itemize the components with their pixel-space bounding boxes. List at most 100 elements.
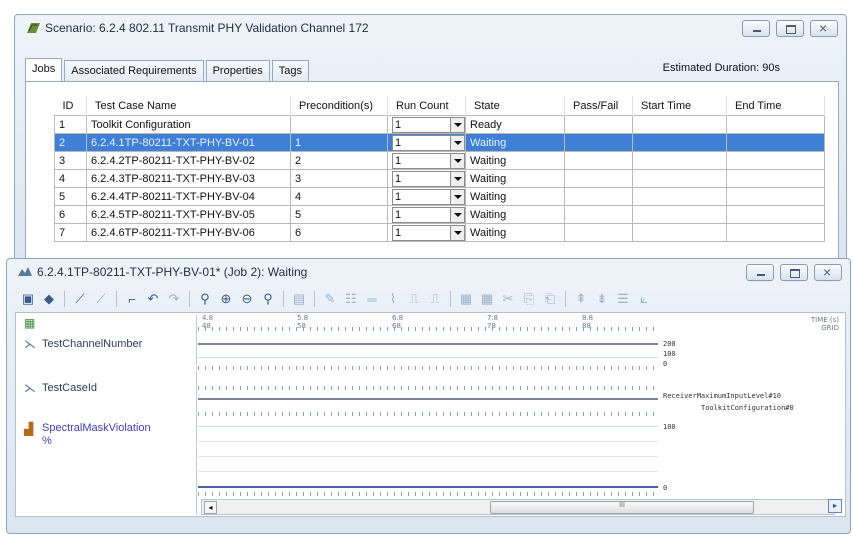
align-icon[interactable]: ☷ [342, 290, 360, 308]
row-id[interactable]: 6 [54, 205, 87, 224]
col-preconditions[interactable]: Precondition(s) [290, 96, 388, 116]
dropdown-arrow-icon[interactable] [450, 117, 464, 132]
row-state[interactable]: Waiting [465, 151, 565, 170]
row-pass-fail[interactable] [564, 133, 633, 152]
run-count-select[interactable]: 1 [392, 206, 465, 223]
scenario-titlebar[interactable]: Scenario: 6.2.4 802.11 Transmit PHY Vali… [15, 15, 846, 41]
add-signal-icon[interactable]: ⟋ [71, 290, 89, 308]
row-run-count[interactable]: 1 [387, 205, 466, 224]
row-id[interactable]: 7 [54, 223, 87, 242]
signal-icon[interactable]: ◆ [40, 290, 58, 308]
row-id[interactable]: 1 [54, 115, 87, 134]
dropdown-arrow-icon[interactable] [450, 135, 464, 150]
table-row[interactable]: 5 6.2.4.4TP-80211-TXT-PHY-BV-04 4 1 Waiting [54, 187, 825, 206]
row-run-count[interactable]: 1 [387, 115, 466, 134]
export-icon[interactable]: ▤ [290, 290, 308, 308]
row-state[interactable]: Waiting [465, 187, 565, 206]
marker-icon[interactable]: ⌐ [123, 290, 141, 308]
fall-edge-icon[interactable]: ⎍ [426, 290, 444, 308]
row-start-time[interactable] [632, 205, 727, 224]
row-pass-fail[interactable] [564, 205, 633, 224]
maximize-button[interactable] [776, 20, 804, 37]
redo-icon[interactable]: ↷ [165, 290, 183, 308]
row-test-case-name[interactable]: Toolkit Configuration [86, 115, 291, 134]
scroll-right-icon[interactable]: ▸ [828, 499, 842, 513]
job-maximize-button[interactable] [780, 264, 808, 281]
table-row[interactable]: 4 6.2.4.3TP-80211-TXT-PHY-BV-03 3 1 Waiting [54, 169, 825, 188]
row-precondition[interactable]: 3 [290, 169, 388, 188]
row-run-count[interactable]: 1 [387, 133, 466, 152]
table-row[interactable]: 1 Toolkit Configuration 1 Ready [54, 115, 825, 134]
signal-spectral-mask-violation[interactable]: SpectralMaskViolation [42, 422, 151, 434]
rise-edge-icon[interactable]: ⎍ [405, 290, 423, 308]
col-pass-fail[interactable]: Pass/Fail [564, 96, 633, 116]
run-count-select[interactable]: 1 [392, 188, 465, 205]
copy-icon[interactable]: ⎘ [520, 290, 538, 308]
row-run-count[interactable]: 1 [387, 223, 466, 242]
list-icon[interactable]: ☰ [614, 290, 632, 308]
row-start-time[interactable] [632, 169, 727, 188]
row-state[interactable]: Waiting [465, 133, 565, 152]
row-id[interactable]: 3 [54, 151, 87, 170]
run-count-select[interactable]: 1 [392, 224, 465, 241]
row-precondition[interactable]: 5 [290, 205, 388, 224]
col-test-case-name[interactable]: Test Case Name [86, 96, 291, 116]
row-pass-fail[interactable] [564, 115, 633, 134]
remove-signal-icon[interactable]: ⟋ [92, 290, 110, 308]
paste-icon[interactable]: ⎗ [541, 290, 559, 308]
row-run-count[interactable]: 1 [387, 169, 466, 188]
table-row[interactable]: 7 6.2.4.6TP-80211-TXT-PHY-BV-06 6 1 Waiting [54, 223, 825, 242]
row-start-time[interactable] [632, 223, 727, 242]
col-id[interactable]: ID [54, 96, 87, 116]
row-precondition[interactable]: 1 [290, 133, 388, 152]
row-start-time[interactable] [632, 133, 727, 152]
scroll-thumb[interactable]: III [490, 501, 754, 514]
row-end-time[interactable] [726, 223, 825, 242]
grid-icon[interactable]: ▦ [24, 316, 38, 330]
properties-icon[interactable]: ▣ [19, 290, 37, 308]
col-start-time[interactable]: Start Time [632, 96, 727, 116]
row-end-time[interactable] [726, 169, 825, 188]
dropdown-arrow-icon[interactable] [450, 225, 464, 240]
row-end-time[interactable] [726, 133, 825, 152]
row-test-case-name[interactable]: 6.2.4.5TP-80211-TXT-PHY-BV-05 [86, 205, 291, 224]
undo-icon[interactable]: ↶ [144, 290, 162, 308]
row-start-time[interactable] [632, 115, 727, 134]
horizontal-scrollbar[interactable]: ◂ III [201, 499, 835, 515]
waveform-area[interactable]: ▦ 4.8 48 5.8 58 6.8 68 7.8 78 8.8 88 TIME (s… [15, 312, 846, 517]
col-end-time[interactable]: End Time [726, 96, 825, 116]
run-count-select[interactable]: 1 [392, 170, 465, 187]
edit-icon[interactable]: ✎ [321, 290, 339, 308]
row-run-count[interactable]: 1 [387, 151, 466, 170]
row-precondition[interactable]: 2 [290, 151, 388, 170]
row-precondition[interactable]: 6 [290, 223, 388, 242]
row-id[interactable]: 5 [54, 187, 87, 206]
row-precondition[interactable] [290, 115, 388, 134]
run-count-select[interactable]: 1 [392, 134, 465, 151]
close-button[interactable] [810, 20, 838, 37]
row-test-case-name[interactable]: 6.2.4.2TP-80211-TXT-PHY-BV-02 [86, 151, 291, 170]
row-state[interactable]: Ready [465, 115, 565, 134]
col-state[interactable]: State [465, 96, 565, 116]
waveform-icon[interactable]: ⌇ [384, 290, 402, 308]
row-end-time[interactable] [726, 151, 825, 170]
zoom-out-icon[interactable]: ⊖ [238, 290, 256, 308]
dropdown-arrow-icon[interactable] [450, 171, 464, 186]
row-test-case-name[interactable]: 6.2.4.1TP-80211-TXT-PHY-BV-01 [86, 133, 291, 152]
row-test-case-name[interactable]: 6.2.4.6TP-80211-TXT-PHY-BV-06 [86, 223, 291, 242]
move-down-icon[interactable]: ⇟ [593, 290, 611, 308]
row-test-case-name[interactable]: 6.2.4.3TP-80211-TXT-PHY-BV-03 [86, 169, 291, 188]
row-state[interactable]: Waiting [465, 223, 565, 242]
zoom-reset-icon[interactable]: ⚲ [259, 290, 277, 308]
dropdown-arrow-icon[interactable] [450, 189, 464, 204]
ungroup-icon[interactable]: ▦ [478, 290, 496, 308]
table-row[interactable]: 6 6.2.4.5TP-80211-TXT-PHY-BV-05 5 1 Waiting [54, 205, 825, 224]
job-minimize-button[interactable] [746, 264, 774, 281]
row-end-time[interactable] [726, 187, 825, 206]
minimize-button[interactable] [742, 20, 770, 37]
row-end-time[interactable] [726, 205, 825, 224]
scroll-left-icon[interactable]: ◂ [204, 501, 217, 514]
cut-icon[interactable]: ✂ [499, 290, 517, 308]
row-state[interactable]: Waiting [465, 169, 565, 188]
row-id[interactable]: 2 [54, 133, 87, 152]
